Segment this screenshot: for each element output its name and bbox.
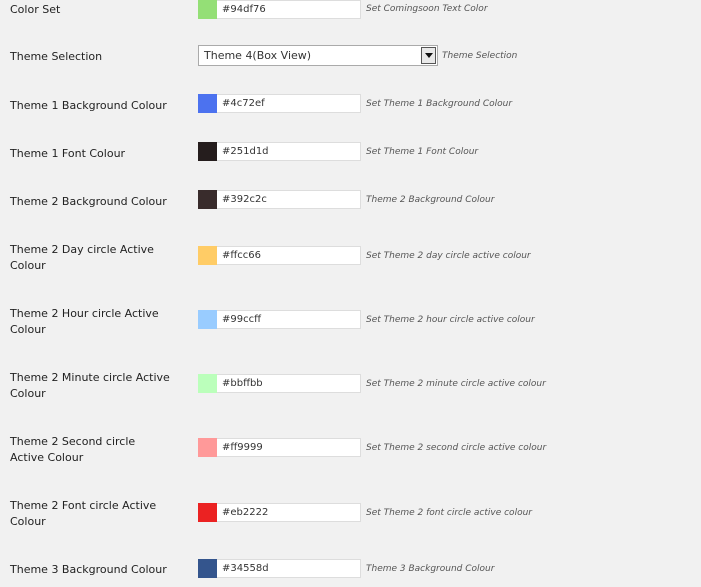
color-swatch[interactable] bbox=[198, 94, 217, 113]
color-swatch[interactable] bbox=[198, 559, 217, 578]
setting-description: Set Comingsoon Text Color bbox=[366, 4, 488, 14]
color-swatch[interactable] bbox=[198, 246, 217, 265]
setting-description: Set Theme 2 day circle active colour bbox=[366, 251, 531, 261]
theme-select-value: Theme 4(Box View) bbox=[204, 49, 312, 62]
color-swatch[interactable] bbox=[198, 0, 217, 19]
color-value-input[interactable]: #ffcc66 bbox=[217, 246, 361, 265]
setting-description: Set Theme 2 minute circle active colour bbox=[366, 379, 546, 389]
setting-label: Theme 2 Minute circle Active Colour bbox=[10, 371, 170, 400]
setting-label: Theme Selection bbox=[10, 50, 103, 63]
color-swatch[interactable] bbox=[198, 310, 217, 329]
setting-description: Theme 3 Background Colour bbox=[366, 564, 495, 574]
setting-label: Theme 2 Font circle Active Colour bbox=[10, 499, 157, 528]
color-value-input[interactable]: #ff9999 bbox=[217, 438, 361, 457]
setting-description: Theme Selection bbox=[442, 51, 518, 61]
setting-label: Theme 2 Background Colour bbox=[10, 195, 167, 208]
setting-description: Set Theme 2 hour circle active colour bbox=[366, 315, 535, 325]
color-value-input[interactable]: #34558d bbox=[217, 559, 361, 578]
setting-description: Set Theme 2 font circle active colour bbox=[366, 508, 532, 518]
setting-description: Set Theme 1 Background Colour bbox=[366, 99, 513, 109]
color-value-input[interactable]: #4c72ef bbox=[217, 94, 361, 113]
color-swatch[interactable] bbox=[198, 503, 217, 522]
theme-select[interactable]: Theme 4(Box View) bbox=[198, 45, 438, 66]
color-value-input[interactable]: #bbffbb bbox=[217, 374, 361, 393]
setting-label: Theme 1 Background Colour bbox=[10, 99, 167, 112]
color-swatch[interactable] bbox=[198, 142, 217, 161]
setting-description: Set Theme 1 Font Colour bbox=[366, 147, 479, 157]
color-swatch[interactable] bbox=[198, 190, 217, 209]
setting-description: Set Theme 2 second circle active colour bbox=[366, 443, 547, 453]
color-value-input[interactable]: #251d1d bbox=[217, 142, 361, 161]
setting-label: Theme 1 Font Colour bbox=[10, 147, 126, 160]
setting-label: Theme 2 Hour circle Active Colour bbox=[10, 307, 159, 336]
setting-label: Theme 3 Background Colour bbox=[10, 563, 167, 576]
color-value-input[interactable]: #99ccff bbox=[217, 310, 361, 329]
setting-label: Theme 2 Second circle Active Colour bbox=[10, 435, 136, 464]
color-swatch[interactable] bbox=[198, 438, 217, 457]
dropdown-arrow-icon[interactable] bbox=[421, 47, 436, 64]
setting-label: Theme 2 Day circle Active Colour bbox=[10, 243, 154, 272]
color-value-input[interactable]: #392c2c bbox=[217, 190, 361, 209]
setting-label: Color Set bbox=[10, 3, 61, 16]
setting-description: Theme 2 Background Colour bbox=[366, 195, 495, 205]
color-swatch[interactable] bbox=[198, 374, 217, 393]
color-value-input[interactable]: #eb2222 bbox=[217, 503, 361, 522]
color-value-input[interactable]: #94df76 bbox=[217, 0, 361, 19]
